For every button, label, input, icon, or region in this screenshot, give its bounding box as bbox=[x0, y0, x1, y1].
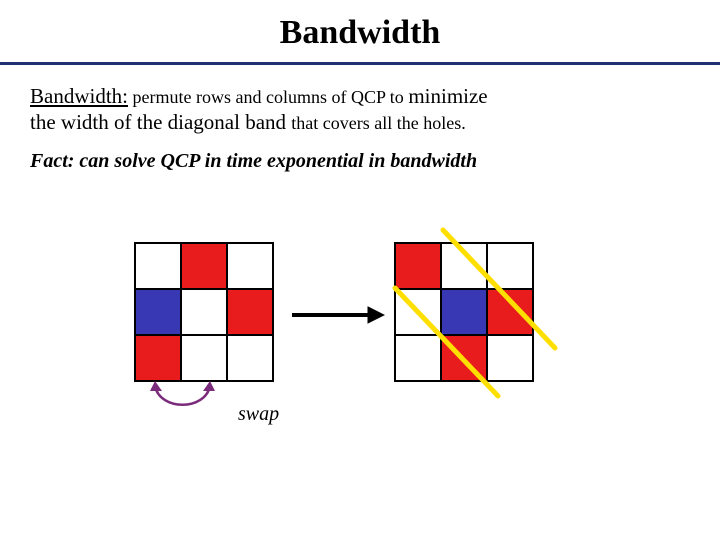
grid-cell bbox=[226, 334, 274, 382]
swap-label: swap bbox=[238, 403, 279, 426]
grid-cell bbox=[134, 334, 182, 382]
transform-arrow-icon bbox=[290, 303, 385, 327]
diagonal-band-icon bbox=[380, 218, 580, 418]
grid-cell bbox=[180, 242, 228, 290]
body-tail: that covers all the holes. bbox=[291, 113, 465, 133]
grid-cell bbox=[134, 242, 182, 290]
grid-cell bbox=[226, 288, 274, 336]
diagram-area: swap bbox=[0, 173, 720, 473]
page-title: Bandwidth bbox=[0, 0, 720, 62]
swap-arrow-icon bbox=[135, 381, 235, 421]
fact-text: Fact: can solve QCP in time exponential … bbox=[0, 136, 720, 173]
grid-cell bbox=[134, 288, 182, 336]
lead-word: Bandwidth: bbox=[30, 84, 128, 108]
divider bbox=[0, 62, 720, 65]
body-part2: the width of the diagonal band bbox=[30, 110, 291, 134]
grid-cell bbox=[180, 334, 228, 382]
body-text: Bandwidth: permute rows and columns of Q… bbox=[0, 83, 720, 136]
left-grid bbox=[135, 243, 273, 381]
body-emph1: minimize bbox=[408, 84, 487, 108]
grid-cell bbox=[226, 242, 274, 290]
body-part1: permute rows and columns of QCP to bbox=[128, 87, 408, 107]
grid-cell bbox=[180, 288, 228, 336]
